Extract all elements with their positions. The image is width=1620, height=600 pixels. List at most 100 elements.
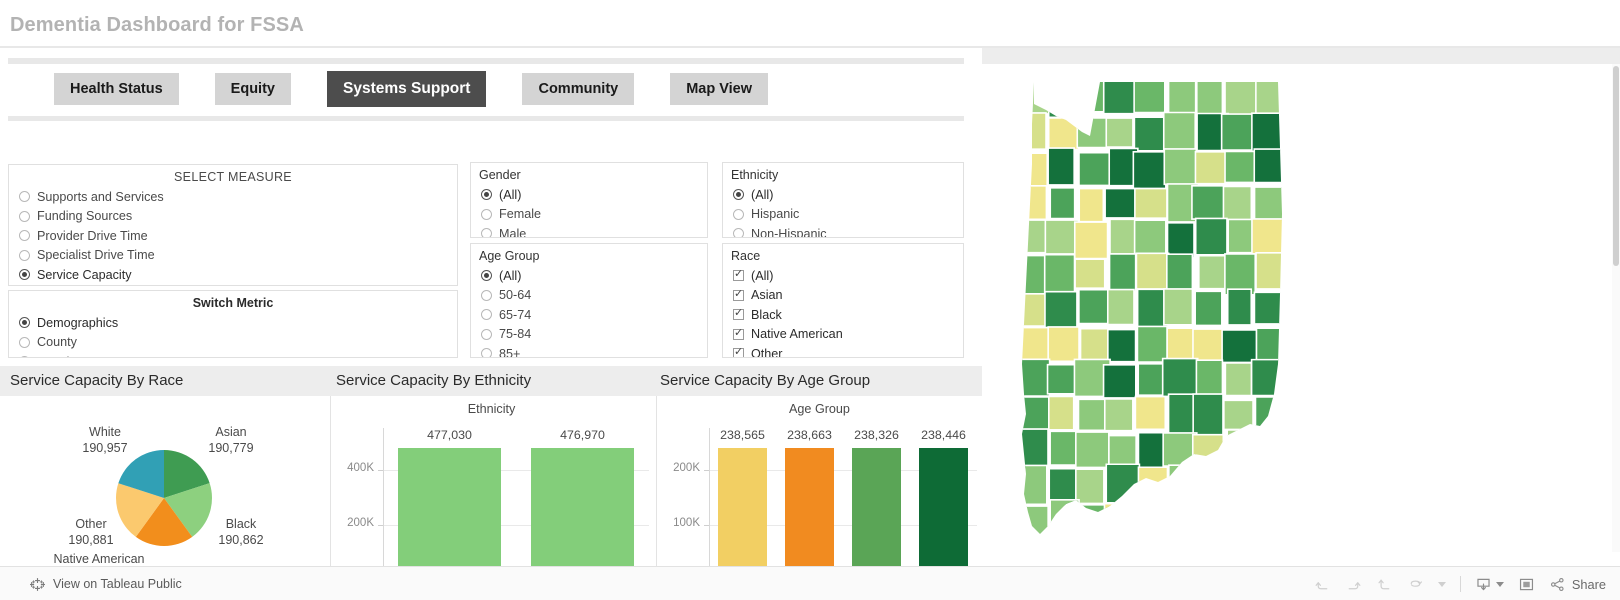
county-polygon[interactable]	[1106, 288, 1135, 326]
county-polygon[interactable]	[1195, 359, 1224, 395]
measure-option-specialist-drive-time[interactable]: Specialist Drive Time	[9, 246, 457, 266]
radio-icon[interactable]	[19, 356, 30, 357]
metric-option-county[interactable]: County	[9, 333, 457, 353]
county-polygon[interactable]	[1134, 395, 1167, 431]
county-polygon[interactable]	[1074, 258, 1106, 290]
bar[interactable]	[785, 448, 834, 581]
measure-option-funding-sources[interactable]: Funding Sources	[9, 207, 457, 227]
county-polygon[interactable]	[1133, 80, 1166, 114]
county-polygon[interactable]	[1018, 112, 1047, 151]
county-polygon[interactable]	[1043, 253, 1076, 295]
radio-icon[interactable]	[19, 230, 30, 242]
checkbox-icon[interactable]	[733, 287, 744, 301]
county-polygon[interactable]	[1075, 468, 1105, 505]
county-polygon[interactable]	[1018, 464, 1048, 506]
share-button[interactable]: Share	[1549, 576, 1606, 593]
county-polygon[interactable]	[1196, 80, 1224, 116]
county-polygon[interactable]	[1191, 465, 1226, 505]
race-option-black[interactable]: Black	[723, 305, 963, 325]
county-polygon[interactable]	[1018, 152, 1049, 190]
radio-icon[interactable]	[19, 269, 30, 281]
county-polygon[interactable]	[1073, 221, 1109, 260]
ethnicity-option-non-hispanic[interactable]: Non-Hispanic	[723, 224, 963, 237]
checkbox-icon[interactable]	[733, 326, 744, 340]
county-polygon[interactable]	[1103, 502, 1137, 538]
county-polygon[interactable]	[1018, 428, 1049, 471]
county-polygon[interactable]	[1108, 253, 1137, 293]
county-polygon[interactable]	[1166, 222, 1195, 259]
county-polygon[interactable]	[1018, 326, 1050, 362]
county-polygon[interactable]	[1223, 399, 1254, 431]
county-polygon[interactable]	[1194, 151, 1228, 185]
county-polygon[interactable]	[1166, 327, 1195, 361]
checkbox-icon[interactable]	[733, 267, 744, 282]
county-polygon[interactable]	[1194, 290, 1223, 327]
county-polygon[interactable]	[1018, 358, 1051, 397]
ethnicity-option-all[interactable]: (All)	[723, 185, 963, 205]
radio-icon[interactable]	[481, 270, 492, 282]
radio-icon[interactable]	[481, 348, 492, 357]
pause-dropdown-button[interactable]	[1437, 581, 1446, 587]
download-button[interactable]	[1475, 576, 1504, 593]
county-polygon[interactable]	[1256, 429, 1284, 468]
county-polygon[interactable]	[1222, 185, 1253, 222]
age-group-option-50-64[interactable]: 50-64	[471, 286, 707, 306]
checkbox-icon[interactable]	[733, 306, 744, 321]
county-polygon[interactable]	[1163, 288, 1194, 326]
county-polygon[interactable]	[1018, 185, 1048, 221]
county-polygon[interactable]	[1078, 151, 1111, 187]
county-polygon[interactable]	[1192, 328, 1226, 362]
radio-icon[interactable]	[481, 289, 492, 301]
county-polygon[interactable]	[1018, 505, 1049, 538]
map-svg[interactable]	[982, 64, 1620, 552]
county-polygon[interactable]	[1108, 434, 1137, 468]
race-option-asian[interactable]: Asian	[723, 286, 963, 306]
checkbox-icon[interactable]	[733, 345, 744, 357]
gender-option-all[interactable]: (All)	[471, 185, 707, 205]
county-polygon[interactable]	[1048, 395, 1075, 431]
tab-map-view[interactable]: Map View	[670, 72, 769, 105]
county-polygon[interactable]	[1047, 147, 1075, 186]
radio-icon[interactable]	[481, 189, 492, 201]
age-group-option-75-84[interactable]: 75-84	[471, 325, 707, 345]
age-group-option-65-74[interactable]: 65-74	[471, 305, 707, 325]
county-polygon[interactable]	[1018, 396, 1052, 430]
race-option-all[interactable]: (All)	[723, 266, 963, 286]
county-polygon[interactable]	[1250, 465, 1284, 501]
radio-icon[interactable]	[19, 191, 30, 203]
fullscreen-button[interactable]	[1518, 576, 1535, 593]
county-polygon[interactable]	[1078, 288, 1111, 325]
age-group-option-85-plus[interactable]: 85+	[471, 344, 707, 357]
race-option-other[interactable]: Other	[723, 344, 963, 357]
measure-option-service-capacity[interactable]: Service Capacity	[9, 265, 457, 285]
radio-icon[interactable]	[481, 208, 492, 220]
county-polygon[interactable]	[1077, 80, 1107, 113]
county-polygon[interactable]	[1221, 329, 1258, 364]
bar[interactable]	[919, 448, 968, 581]
county-polygon[interactable]	[1221, 502, 1255, 538]
county-polygon[interactable]	[1167, 80, 1197, 115]
bar[interactable]	[852, 448, 901, 581]
radio-icon[interactable]	[481, 328, 492, 340]
county-polygon[interactable]	[1220, 113, 1257, 151]
county-polygon[interactable]	[1078, 187, 1105, 223]
bar[interactable]	[530, 448, 635, 581]
county-polygon[interactable]	[1044, 290, 1078, 329]
county-polygon[interactable]	[1136, 325, 1168, 363]
county-polygon[interactable]	[1049, 430, 1078, 466]
age-group-option-all[interactable]: (All)	[471, 266, 707, 286]
county-polygon[interactable]	[1076, 117, 1108, 149]
county-polygon[interactable]	[1192, 504, 1223, 538]
radio-icon[interactable]	[733, 228, 744, 237]
county-polygon[interactable]	[1191, 433, 1225, 466]
revert-button[interactable]	[1376, 576, 1393, 593]
county-polygon[interactable]	[1194, 217, 1228, 256]
county-polygon[interactable]	[1165, 504, 1199, 538]
county-polygon[interactable]	[1049, 187, 1076, 220]
metric-option-trend[interactable]: Trend	[9, 352, 457, 357]
measure-option-future-demand[interactable]: Future Demand	[9, 285, 457, 286]
county-polygon[interactable]	[1075, 431, 1110, 469]
county-polygon[interactable]	[1074, 504, 1111, 538]
county-polygon[interactable]	[1254, 396, 1284, 433]
radio-icon[interactable]	[19, 336, 30, 348]
